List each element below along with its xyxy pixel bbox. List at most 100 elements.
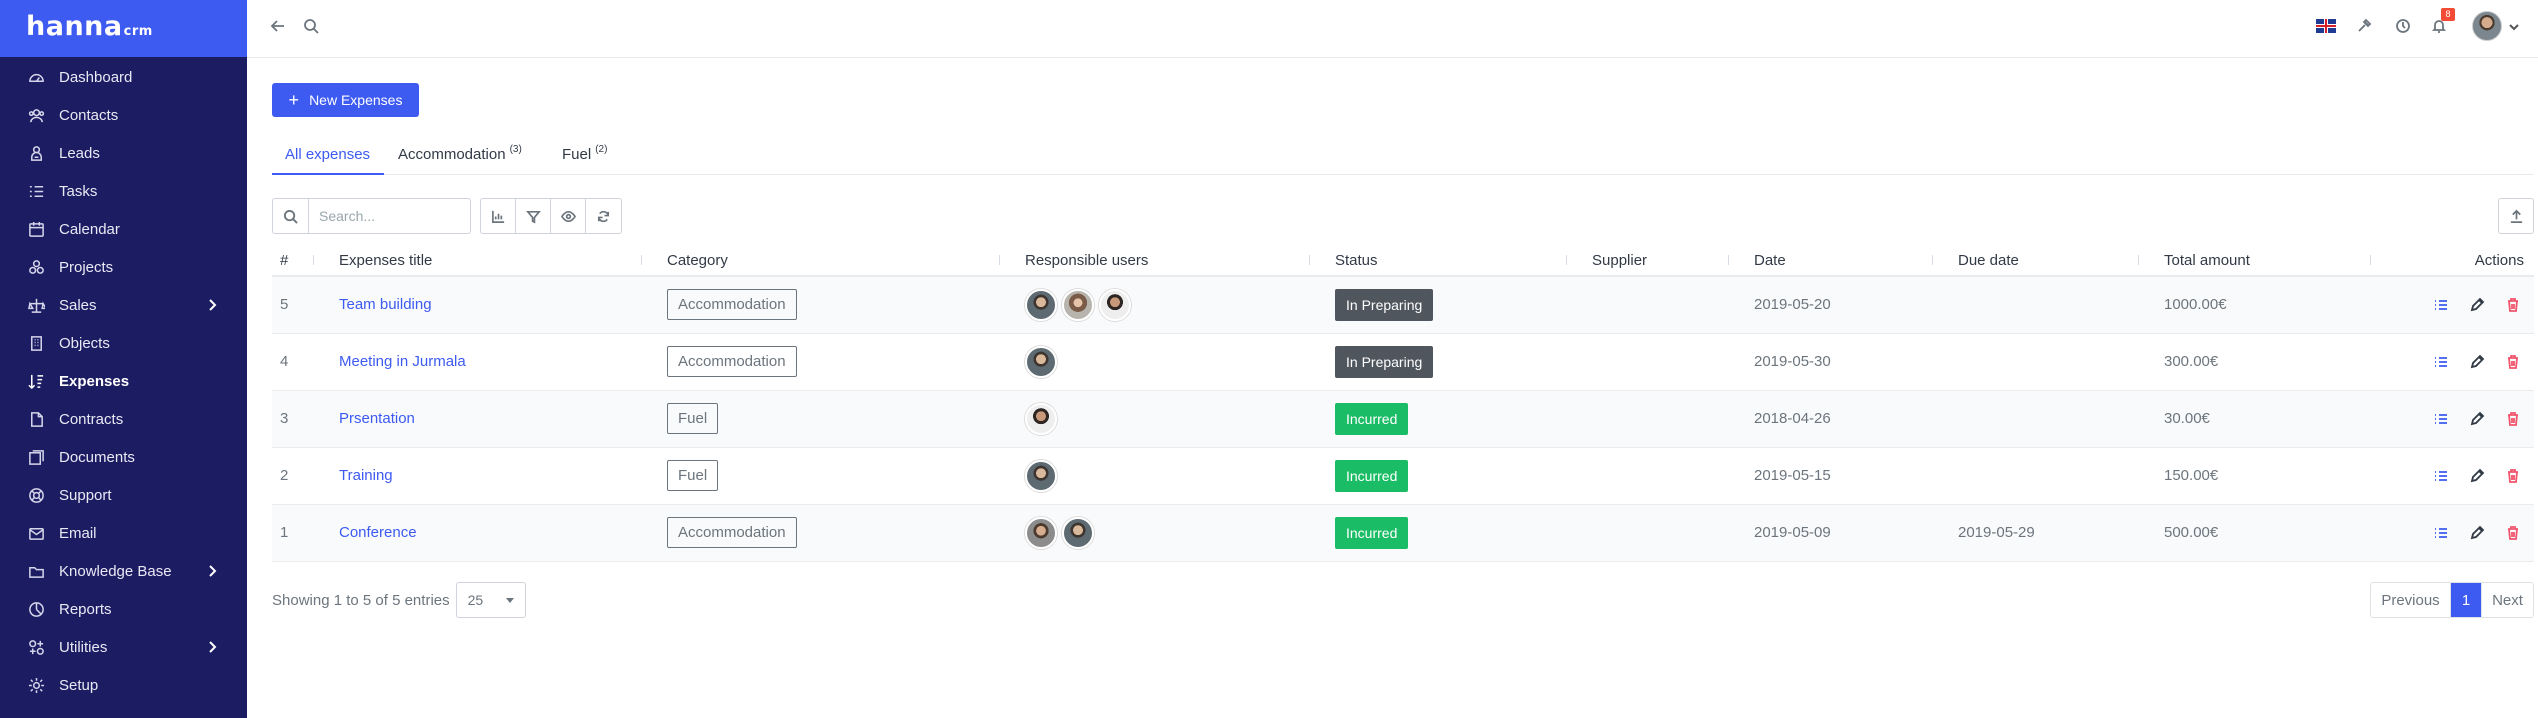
chevron-down-icon[interactable] [2508,20,2520,32]
chart-icon[interactable] [481,199,516,233]
status-badge: In Preparing [1335,345,1434,378]
column-header-id[interactable]: # [272,246,331,277]
sidebar-item-dashboard[interactable]: Dashboard [0,58,247,96]
cell-total-amount: 500.00€ [2156,504,2388,562]
column-header-due-date[interactable]: Due date [1950,246,2156,277]
search-icon[interactable] [273,199,309,233]
table-row: 4 Meeting in Jurmala Accommodation In Prepa… [272,333,2534,391]
cell-title: Training [331,447,659,505]
sidebar-item-calendar[interactable]: Calendar [0,210,247,248]
column-header-title[interactable]: Expenses title [331,246,659,277]
back-arrow-icon[interactable] [267,15,289,37]
uk-flag-icon[interactable] [2316,19,2336,33]
responsible-user-avatar[interactable] [1099,288,1131,321]
pagination: Previous 1 Next [2370,582,2534,618]
tab-fuel[interactable]: Fuel (2) [562,138,607,175]
eye-icon[interactable] [551,199,586,233]
sidebar-item-contacts[interactable]: Contacts [0,96,247,134]
tab-accommodation[interactable]: Accommodation (3) [398,138,522,175]
details-list-icon[interactable] [2432,296,2450,314]
cell-due-date [1950,276,2156,334]
delete-trash-icon[interactable] [2504,467,2522,485]
logo-text: hanna [26,11,123,42]
responsible-user-avatar[interactable] [1025,345,1057,378]
sidebar-item-reports[interactable]: Reports [0,590,247,628]
previous-page-button[interactable]: Previous [2371,583,2451,617]
details-list-icon[interactable] [2432,524,2450,542]
edit-pencil-icon[interactable] [2468,467,2486,485]
sidebar-item-label: Sales [59,296,97,314]
sidebar-item-contracts[interactable]: Contracts [0,400,247,438]
page-1-button[interactable]: 1 [2451,583,2481,617]
details-list-icon[interactable] [2432,410,2450,428]
sidebar-item-utilities[interactable]: Utilities [0,628,247,666]
logo[interactable]: hannacrm [26,11,153,42]
sidebar-item-sales[interactable]: Sales [0,286,247,324]
column-header-responsible-users[interactable]: Responsible users [1017,246,1327,277]
clock-icon[interactable] [2392,15,2414,37]
user-avatar[interactable] [2472,11,2502,41]
column-header-date[interactable]: Date [1746,246,1950,277]
delete-trash-icon[interactable] [2504,353,2522,371]
refresh-icon[interactable] [586,199,621,233]
sidebar-item-email[interactable]: Email [0,514,247,552]
chevron-right-icon[interactable] [205,298,219,312]
responsible-user-avatar[interactable] [1025,402,1057,435]
chevron-right-icon[interactable] [205,564,219,578]
sort-icon [1932,255,1938,265]
cell-responsible-users [1017,276,1327,334]
sidebar-item-projects[interactable]: Projects [0,248,247,286]
search-icon[interactable] [300,15,322,37]
delete-trash-icon[interactable] [2504,296,2522,314]
expense-title-link[interactable]: Conference [339,524,417,541]
table-row: 1 Conference Accommodation Incurred 2019-05-… [272,504,2534,562]
avatar-group [1025,345,1327,378]
sidebar-item-support[interactable]: Support [0,476,247,514]
page-size-select[interactable]: 25 [455,582,526,618]
tools-icon[interactable] [2353,15,2375,37]
tab-all-expenses[interactable]: All expenses [272,138,384,175]
delete-trash-icon[interactable] [2504,410,2522,428]
edit-pencil-icon[interactable] [2468,524,2486,542]
sidebar-item-expenses[interactable]: Expenses [0,362,247,400]
edit-pencil-icon[interactable] [2468,410,2486,428]
details-list-icon[interactable] [2432,353,2450,371]
sidebar-item-documents[interactable]: Documents [0,438,247,476]
column-header-actions: Actions [2388,246,2534,277]
responsible-user-avatar[interactable] [1062,288,1094,321]
export-icon[interactable] [2498,198,2534,234]
column-header-total-amount[interactable]: Total amount [2156,246,2388,277]
sort-icon [2370,255,2376,265]
sidebar-item-tasks[interactable]: Tasks [0,172,247,210]
responsible-user-avatar[interactable] [1025,516,1057,549]
next-page-button[interactable]: Next [2481,583,2533,617]
cell-status: In Preparing [1327,333,1584,391]
status-badge: Incurred [1335,459,1409,492]
sidebar-item-knowledge-base[interactable]: Knowledge Base [0,552,247,590]
delete-trash-icon[interactable] [2504,524,2522,542]
column-header-label: Category [667,252,728,269]
expense-title-link[interactable]: Team building [339,296,432,313]
responsible-user-avatar[interactable] [1062,516,1094,549]
edit-pencil-icon[interactable] [2468,353,2486,371]
filter-icon[interactable] [516,199,551,233]
expense-title-link[interactable]: Meeting in Jurmala [339,353,466,370]
chevron-right-icon[interactable] [205,640,219,654]
search-input[interactable] [319,208,469,224]
details-list-icon[interactable] [2432,467,2450,485]
new-expenses-button[interactable]: + New Expenses [272,83,419,117]
expense-title-link[interactable]: Training [339,467,393,484]
column-header-category[interactable]: Category [659,246,1017,277]
column-header-status[interactable]: Status [1327,246,1584,277]
edit-pencil-icon[interactable] [2468,296,2486,314]
sidebar-item-objects[interactable]: Objects [0,324,247,362]
expense-title-link[interactable]: Prsentation [339,410,415,427]
sidebar-item-leads[interactable]: Leads [0,134,247,172]
responsible-user-avatar[interactable] [1025,288,1057,321]
column-header-supplier[interactable]: Supplier [1584,246,1746,277]
sidebar-item-setup[interactable]: Setup [0,666,247,704]
cell-title: Team building [331,276,659,334]
responsible-user-avatar[interactable] [1025,459,1057,492]
cell-actions [2388,504,2534,562]
column-header-label: Supplier [1592,252,1648,269]
